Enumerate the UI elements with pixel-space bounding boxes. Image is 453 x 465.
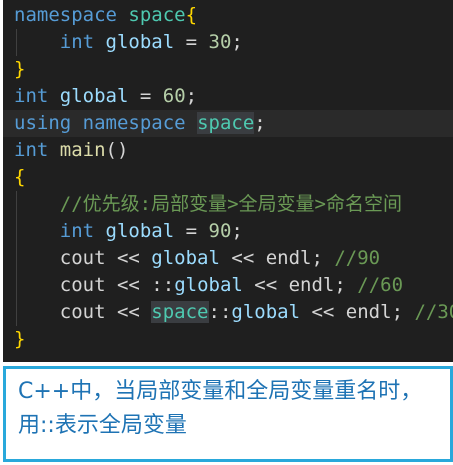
code-token: //优先级:局部变量>全局变量>命名空间 — [59, 193, 402, 215]
code-token: = — [174, 220, 209, 242]
code-token: 30 — [208, 31, 232, 53]
code-line: } — [3, 326, 453, 353]
code-token: global — [59, 85, 129, 107]
code-token: global — [231, 301, 301, 323]
code-token: () — [105, 139, 129, 161]
code-token: //90 — [334, 247, 381, 269]
indent-guide — [16, 272, 17, 299]
code-line: int main() — [3, 137, 453, 164]
code-line: cout << global << endl; //90 — [3, 245, 453, 272]
code-token: 90 — [208, 220, 232, 242]
code-token: ; — [391, 301, 415, 323]
code-token: namespace — [82, 112, 186, 134]
code-token: int — [59, 220, 95, 242]
indent-guide — [16, 218, 17, 245]
code-token: int — [14, 139, 49, 161]
code-line: int global = 90; — [3, 218, 453, 245]
indent-guide — [16, 299, 17, 326]
code-token: 60 — [162, 85, 186, 107]
code-token: using — [14, 112, 72, 134]
code-token: namespace — [14, 4, 117, 26]
code-line: } — [3, 56, 453, 83]
code-line: int global = 60; — [3, 83, 453, 110]
code-token: space — [197, 112, 255, 134]
code-token: global — [151, 247, 220, 269]
code-token: :: — [151, 274, 175, 296]
code-token: ; — [185, 85, 198, 107]
indent-guide — [16, 29, 17, 56]
code-line: cout << ::global << endl; //60 — [3, 272, 453, 299]
code-line: { — [3, 164, 453, 191]
code-line: namespace space{ — [3, 2, 453, 29]
code-token: endl — [345, 301, 392, 323]
code-token: << — [219, 247, 266, 269]
code-token: { — [14, 166, 26, 188]
code-token: global — [105, 31, 175, 53]
note-text: C++中，当局部变量和全局变量重名时，用::表示全局变量 — [18, 379, 423, 438]
code-token: ; — [231, 31, 243, 53]
note-box: C++中，当局部变量和全局变量重名时，用::表示全局变量 — [3, 366, 453, 462]
code-token: :: — [208, 301, 232, 323]
code-token: ; — [231, 220, 243, 242]
code-token: endl — [288, 274, 335, 296]
code-token: << — [300, 301, 346, 323]
code-token: endl — [265, 247, 312, 269]
code-line: int global = 30; — [3, 29, 453, 56]
indent-guide — [16, 191, 17, 218]
code-token: global — [174, 274, 243, 296]
code-token: int — [14, 85, 49, 107]
code-token: } — [14, 58, 26, 80]
code-token: int — [59, 31, 95, 53]
code-token: << — [105, 301, 152, 323]
code-token: global — [105, 220, 175, 242]
code-token: << — [105, 274, 152, 296]
code-token: << — [105, 247, 152, 269]
code-token: space — [128, 4, 186, 26]
code-token: //60 — [357, 274, 404, 296]
code-line: //优先级:局部变量>全局变量>命名空间 — [3, 191, 453, 218]
code-token: << — [242, 274, 289, 296]
code-line: using namespace space; — [3, 110, 453, 137]
code-line: cout << space::global << endl; //30 — [3, 299, 453, 326]
indent-guide — [16, 245, 17, 272]
screenshot-root: namespace space{ int global = 30;} int gl… — [0, 0, 453, 465]
code-token: = — [174, 31, 209, 53]
code-token: cout — [59, 247, 106, 269]
code-token: cout — [59, 274, 106, 296]
code-token: //30 — [414, 301, 453, 323]
code-token: cout — [59, 301, 106, 323]
code-token: = — [128, 85, 163, 107]
code-token: } — [14, 328, 26, 350]
code-token: space — [151, 301, 209, 323]
code-token: ; — [311, 247, 335, 269]
code-editor[interactable]: namespace space{ int global = 30;} int gl… — [3, 0, 453, 362]
code-token: ; — [334, 274, 358, 296]
code-token: ; — [254, 112, 266, 134]
code-token: main — [59, 139, 106, 161]
code-token: { — [185, 4, 198, 26]
